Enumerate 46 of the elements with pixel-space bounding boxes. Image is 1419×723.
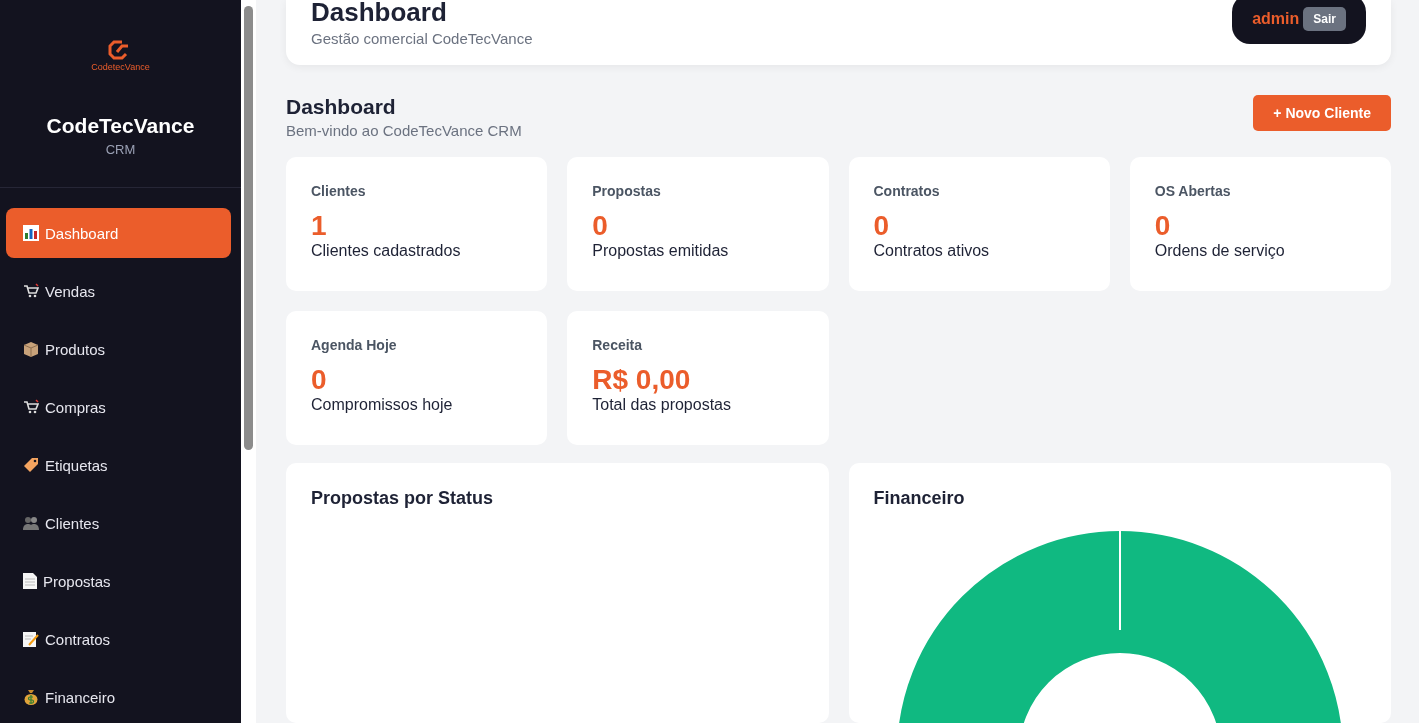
stat-caption: Compromissos hoje [311,395,454,414]
stat-value: 0 [311,365,328,396]
app-subtitle: CRM [105,142,136,157]
document-icon [23,573,37,589]
cart-icon [23,283,39,299]
stat-value: 0 [1154,211,1172,242]
stat-caption: Propostas emitidas [592,241,730,260]
page-subtitle: Bem-vindo ao CodeTecVance CRM [286,122,522,139]
page-title: Dashboard [286,95,397,119]
stat-label: Agenda Hoje [311,337,398,353]
stat-caption: Clientes cadastrados [311,241,462,260]
sidebar-item[interactable]: Financeiro [6,672,231,722]
sidebar-item[interactable]: Produtos [6,324,231,374]
sidebar-item[interactable]: Etiquetas [6,440,231,490]
sidebar-item[interactable]: Vendas [6,266,231,316]
stat-caption: Total das propostas [592,395,732,414]
stat-value: 1 [311,211,328,242]
logo-text: CodetecVance [91,62,150,72]
memo-pencil-icon [23,631,39,647]
stat-label: OS Abertas [1154,183,1232,199]
people-icon [23,515,39,531]
stat-label: Propostas [592,183,662,199]
panel-title: Propostas por Status [311,488,495,509]
box-icon [23,341,39,357]
sidebar-item[interactable]: Clientes [6,498,231,548]
money-bag-icon [23,689,39,705]
stat-caption: Contratos ativos [873,241,991,260]
stat-label: Contratos [873,183,941,199]
panel-title: Financeiro [873,488,966,509]
tag-icon [23,457,39,473]
stat-caption: Ordens de serviço [1154,241,1286,260]
stat-value: 0 [873,211,891,242]
stat-label: Clientes [311,183,367,199]
sidebar-item[interactable]: Compras [6,382,231,432]
stat-value: R$ 0,00 [592,365,692,396]
cart-icon [23,399,39,415]
bar-chart-icon [23,225,39,241]
stat-value: 0 [592,211,609,242]
sidebar-item[interactable]: Contratos [6,614,231,664]
logout-button[interactable]: Sair [1303,7,1346,31]
stat-label: Receita [592,337,644,353]
username: admin [1252,10,1300,28]
header-title: Dashboard [311,0,448,28]
sidebar-item[interactable]: Propostas [6,556,231,606]
app-title: CodeTecVance [46,114,195,138]
header-subtitle: Gestão comercial CodeTecVance [311,29,533,47]
